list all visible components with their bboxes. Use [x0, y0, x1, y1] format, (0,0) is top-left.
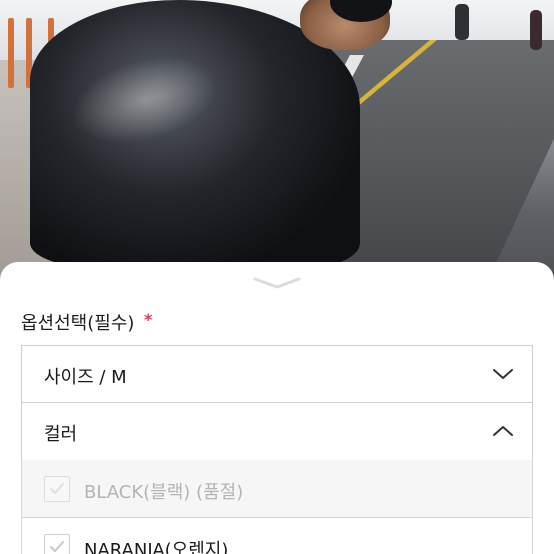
color-select-label: 컬러	[44, 424, 78, 445]
size-select-label: 사이즈 / M	[44, 367, 127, 388]
color-option-black: BLACK(블랙) (품절)	[22, 460, 532, 517]
chevron-down-icon	[493, 369, 513, 379]
photo-bollard	[8, 18, 14, 88]
color-option-naranja[interactable]: NARANJA(오렌지)	[22, 517, 532, 554]
product-photo	[0, 0, 554, 300]
photo-pedestrian	[455, 4, 469, 40]
color-select[interactable]: 컬러	[21, 402, 533, 461]
chevron-up-icon	[493, 426, 513, 436]
required-mark: *	[144, 310, 153, 329]
color-option-label: NARANJA(오렌지)	[84, 540, 229, 554]
checkbox-icon[interactable]	[44, 534, 70, 554]
section-label: 옵션선택(필수)	[21, 313, 135, 334]
checkbox-icon	[44, 476, 70, 502]
color-options-list: BLACK(블랙) (품절) NARANJA(오렌지)	[21, 460, 533, 554]
size-select[interactable]: 사이즈 / M	[21, 345, 533, 403]
photo-pedestrian	[530, 10, 542, 50]
chevron-down-icon	[253, 277, 301, 289]
color-option-label: BLACK(블랙) (품절)	[84, 482, 244, 503]
sheet-collapse-handle[interactable]	[252, 274, 302, 294]
option-bottom-sheet: 옵션선택(필수) * 사이즈 / M 컬러 BLACK(블랙) (품절) NAR…	[0, 262, 554, 554]
